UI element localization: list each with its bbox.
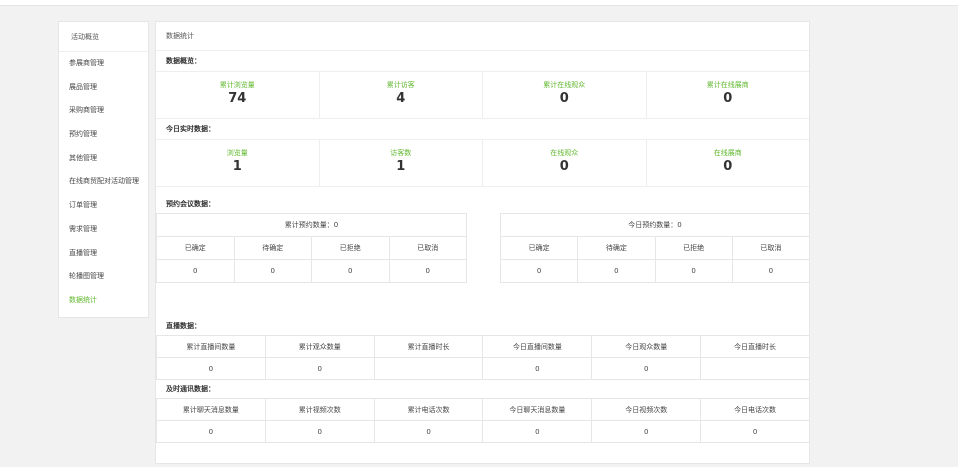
table-header: 已确定 — [499, 236, 579, 260]
table-header: 已拒绝 — [311, 236, 390, 260]
sidebar-item-exhibitors[interactable]: 参展商管理 — [59, 52, 148, 76]
stat-card: 累计访客 4 — [320, 72, 483, 118]
stat-value: 1 — [232, 159, 242, 174]
table-header: 已取消 — [388, 236, 467, 260]
overview-section-title: 数据概览： — [166, 57, 201, 65]
table-cell: 0 — [654, 259, 733, 283]
sidebar-menu: 参展商管理 展品管理 采购商管理 预约管理 其他管理 在线商贸配对活动管理 订单… — [59, 52, 148, 313]
table-header: 待确定 — [577, 236, 656, 260]
table-cell: 0 — [373, 420, 484, 443]
table-cell — [700, 357, 810, 380]
stat-label: 累计在线观众 — [543, 81, 586, 89]
table-header: 累计直播间数量 — [156, 335, 266, 358]
table-header: 今日直播时长 — [700, 335, 810, 358]
today-stats: 浏览量 1 访客数 1 在线观众 0 在线展商 0 — [156, 139, 809, 187]
reservation-today-table: 今日预约数量：0 已确定 待确定 已拒绝 已取消 0 0 0 0 — [499, 213, 811, 283]
live-section-title: 直播数据： — [166, 322, 201, 330]
table-header: 待确定 — [233, 236, 312, 260]
table-header: 今日视频次数 — [591, 398, 702, 421]
table-cell: 0 — [731, 259, 811, 283]
table-header: 今日聊天消息数量 — [482, 398, 593, 421]
table-header: 累计聊天消息数量 — [156, 398, 266, 421]
sidebar-item-statistics[interactable]: 数据统计 — [59, 289, 148, 313]
stat-label: 浏览量 — [226, 149, 248, 157]
stat-label: 累计浏览量 — [219, 81, 255, 89]
sidebar-item-reservations[interactable]: 预约管理 — [59, 123, 148, 147]
sidebar-item-live[interactable]: 直播管理 — [59, 242, 148, 266]
table-header: 今日电话次数 — [700, 398, 810, 421]
top-bar — [0, 0, 958, 6]
table-cell: 0 — [591, 420, 702, 443]
sidebar-item-buyers[interactable]: 采购商管理 — [59, 99, 148, 123]
sidebar-item-other[interactable]: 其他管理 — [59, 147, 148, 171]
table-header: 累计电话次数 — [373, 398, 484, 421]
stat-label: 在线观众 — [550, 149, 579, 157]
table-cell: 0 — [264, 357, 375, 380]
table-cell — [373, 357, 484, 380]
table-header: 已确定 — [156, 236, 235, 260]
table-header: 今日观众数量 — [591, 335, 702, 358]
stat-label: 累计在线展商 — [706, 81, 749, 89]
stat-value: 0 — [723, 159, 733, 174]
table-header: 累计直播时长 — [373, 335, 484, 358]
sidebar: 活动概览 参展商管理 展品管理 采购商管理 预约管理 其他管理 在线商贸配对活动… — [58, 21, 149, 318]
im-table: 累计聊天消息数量 累计视频次数 累计电话次数 今日聊天消息数量 今日视频次数 今… — [156, 398, 810, 443]
table-cell: 0 — [577, 259, 656, 283]
table-header: 今日直播间数量 — [482, 335, 593, 358]
im-section-title: 及时通讯数据： — [166, 385, 215, 393]
table-cell: 0 — [482, 420, 593, 443]
sidebar-item-demands[interactable]: 需求管理 — [59, 218, 148, 242]
sidebar-item-carousel[interactable]: 轮播图管理 — [59, 265, 148, 289]
sidebar-item-matchmaking[interactable]: 在线商贸配对活动管理 — [59, 170, 148, 194]
stat-value: 0 — [723, 91, 733, 106]
live-table: 累计直播间数量 累计观众数量 累计直播时长 今日直播间数量 今日观众数量 今日直… — [156, 335, 810, 380]
table-header: 已取消 — [731, 236, 811, 260]
sidebar-item-products[interactable]: 展品管理 — [59, 76, 148, 100]
sidebar-item-orders[interactable]: 订单管理 — [59, 194, 148, 218]
sidebar-header[interactable]: 活动概览 — [59, 22, 148, 52]
table-cell: 0 — [499, 259, 579, 283]
table-cell: 0 — [388, 259, 467, 283]
page-title: 数据统计 — [156, 22, 809, 51]
stat-value: 0 — [559, 91, 569, 106]
stat-value: 4 — [396, 91, 406, 106]
table-cell: 0 — [700, 420, 810, 443]
table-header: 已拒绝 — [654, 236, 733, 260]
table-cell: 0 — [156, 259, 235, 283]
stat-value: 74 — [228, 91, 247, 106]
table-cell: 0 — [156, 357, 266, 380]
reservation-total-table: 累计预约数量：0 已确定 待确定 已拒绝 已取消 0 0 0 0 — [156, 213, 467, 283]
stat-card: 累计浏览量 74 — [156, 72, 320, 118]
table-header: 累计观众数量 — [264, 335, 375, 358]
stat-label: 在线展商 — [713, 149, 742, 157]
stat-card: 在线观众 0 — [483, 140, 647, 186]
table-cell: 0 — [156, 420, 266, 443]
reservation-total-caption: 累计预约数量：0 — [156, 213, 467, 237]
stat-value: 1 — [396, 159, 406, 174]
stat-value: 0 — [559, 159, 569, 174]
table-cell: 0 — [264, 420, 375, 443]
table-cell: 0 — [311, 259, 390, 283]
stat-card: 累计在线展商 0 — [647, 72, 810, 118]
stat-card: 浏览量 1 — [156, 140, 320, 186]
table-cell: 0 — [482, 357, 593, 380]
table-cell: 0 — [591, 357, 702, 380]
stat-card: 在线展商 0 — [647, 140, 810, 186]
main-panel: 数据统计 数据概览： 累计浏览量 74 累计访客 4 累计在线观众 0 累计在线… — [155, 21, 811, 464]
overview-stats: 累计浏览量 74 累计访客 4 累计在线观众 0 累计在线展商 0 — [156, 71, 809, 119]
reservation-today-caption: 今日预约数量：0 — [500, 213, 810, 237]
table-header: 累计视频次数 — [264, 398, 375, 421]
reservation-section-title: 预约会议数据： — [166, 200, 215, 208]
stat-label: 累计访客 — [386, 81, 415, 89]
stat-label: 访客数 — [390, 149, 412, 157]
stat-card: 访客数 1 — [320, 140, 483, 186]
stat-card: 累计在线观众 0 — [483, 72, 647, 118]
today-section-title: 今日实时数据： — [166, 125, 215, 133]
table-cell: 0 — [233, 259, 312, 283]
